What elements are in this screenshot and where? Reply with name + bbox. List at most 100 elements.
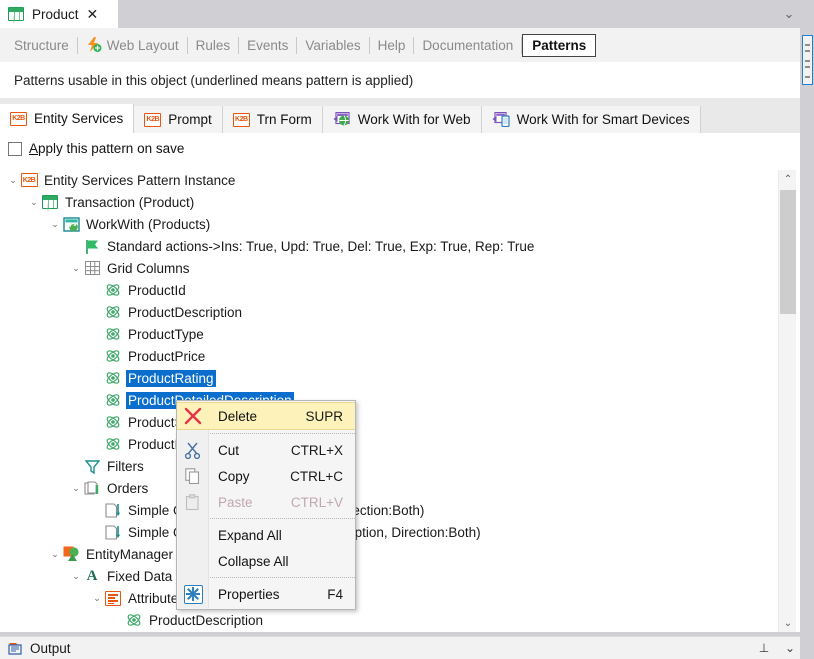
menu-item-shortcut: SUPR bbox=[305, 408, 343, 424]
tree-row[interactable]: ⌄ EntityManager (Product) bbox=[0, 543, 780, 565]
pattern-instance-tree[interactable]: ⌄ K2B Entity Services Pattern Instance ⌄ Tra… bbox=[0, 164, 800, 632]
k2b-icon: K2B bbox=[144, 112, 162, 127]
menu-item-cut[interactable]: Cut CTRL+X bbox=[177, 437, 355, 463]
tree-row[interactable]: ProductStock bbox=[0, 411, 780, 433]
scrollbar-thumb[interactable] bbox=[780, 190, 796, 314]
close-icon[interactable]: ✕ bbox=[87, 7, 99, 21]
tree-row[interactable]: ⌄ Transaction (Product) bbox=[0, 191, 780, 213]
tree-vertical-scrollbar[interactable]: ⌃ ⌄ bbox=[778, 170, 796, 632]
chevron-down-icon[interactable]: ⌄ bbox=[69, 257, 83, 279]
tree-row[interactable]: Simple Order (Attribute:ProductId, Direc… bbox=[0, 499, 780, 521]
attribute-icon bbox=[125, 611, 143, 629]
tab-help[interactable]: Help bbox=[370, 35, 414, 56]
tree-row-label: ProductDescription bbox=[128, 304, 243, 320]
pattern-tab-work-with-for-web[interactable]: Work With for Web bbox=[322, 106, 482, 133]
tree-context-menu[interactable]: Delete SUPR Cut CTRL+X Copy CTRL+C Paste CTRL+V… bbox=[176, 400, 356, 610]
output-panel-header[interactable]: Output ⊥ ⌄ bbox=[0, 636, 800, 659]
delete-icon bbox=[177, 403, 209, 429]
chevron-down-icon[interactable]: ⌄ bbox=[69, 477, 83, 499]
tab-label: Structure bbox=[14, 37, 69, 53]
tree-row[interactable]: ⌄ Grid Columns bbox=[0, 257, 780, 279]
menu-item-shortcut: F4 bbox=[327, 586, 343, 602]
menu-separator bbox=[210, 433, 355, 434]
tab-rules[interactable]: Rules bbox=[188, 35, 239, 56]
tab-label: Documentation bbox=[422, 37, 514, 53]
attribute-icon bbox=[104, 281, 122, 299]
object-tabbar: Structure Web Layout Rules Events Variables H… bbox=[0, 28, 800, 62]
work-with-web-icon bbox=[333, 112, 351, 127]
web-layout-icon bbox=[86, 37, 102, 53]
menu-item-copy[interactable]: Copy CTRL+C bbox=[177, 463, 355, 489]
tree-row[interactable]: ProductId bbox=[0, 279, 780, 301]
chevron-down-icon[interactable]: ⌄ bbox=[6, 169, 20, 191]
pattern-tab-work-with-for-smart-devices[interactable]: Work With for Smart Devices bbox=[481, 106, 701, 133]
chevron-down-icon[interactable]: ⌄ bbox=[27, 191, 41, 213]
chevron-down-icon[interactable]: ⌄ bbox=[69, 565, 83, 587]
tree-row[interactable]: ProductRating bbox=[0, 367, 780, 389]
tab-label: Events bbox=[247, 37, 289, 53]
tree-row[interactable]: ProductDescription bbox=[0, 609, 780, 631]
tab-structure[interactable]: Structure bbox=[6, 35, 77, 56]
tab-label: Help bbox=[377, 37, 406, 53]
pattern-tabs: K2B Entity Services K2B Prompt K2B Trn Form Wo… bbox=[0, 98, 800, 133]
tab-variables[interactable]: Variables bbox=[297, 35, 368, 56]
filter-icon bbox=[83, 457, 101, 475]
pattern-tab-prompt[interactable]: K2B Prompt bbox=[134, 106, 223, 133]
tree-twisty-empty bbox=[90, 521, 104, 543]
tree-twisty-empty bbox=[90, 345, 104, 367]
menu-item-collapse-all[interactable]: Collapse All bbox=[177, 548, 355, 574]
chevron-down-icon[interactable]: ⌄ bbox=[48, 543, 62, 565]
tree-row[interactable]: ProductType bbox=[0, 323, 780, 345]
pin-icon[interactable]: ⊥ bbox=[754, 639, 774, 657]
tree-row[interactable]: ⌄ Orders bbox=[0, 477, 780, 499]
scroll-up-icon[interactable]: ⌃ bbox=[779, 170, 797, 188]
menu-separator bbox=[210, 577, 355, 578]
tab-events[interactable]: Events bbox=[239, 35, 296, 56]
chevron-down-icon[interactable]: ⌄ bbox=[90, 587, 104, 609]
menu-item-label: Collapse All bbox=[218, 553, 289, 569]
tree-row[interactable]: ProductImage bbox=[0, 433, 780, 455]
tree-row[interactable]: ⌄ K2B Entity Services Pattern Instance bbox=[0, 169, 780, 191]
pattern-tab-trn-form[interactable]: K2B Trn Form bbox=[222, 106, 323, 133]
tree-row[interactable]: ProductPrice bbox=[0, 345, 780, 367]
menu-item-expand-all[interactable]: Expand All bbox=[177, 522, 355, 548]
attribute-icon bbox=[104, 391, 122, 409]
tree-row[interactable]: ⌄ A Fixed Data bbox=[0, 565, 780, 587]
scroll-down-icon[interactable]: ⌄ bbox=[779, 614, 797, 632]
simple-order-icon bbox=[104, 523, 122, 541]
tree-row[interactable]: ProductDescription bbox=[0, 301, 780, 323]
tab-documentation[interactable]: Documentation bbox=[414, 35, 521, 56]
chevron-down-icon[interactable]: ⌄ bbox=[778, 5, 800, 23]
menu-item-properties[interactable]: Properties F4 bbox=[177, 581, 355, 607]
tree-row-label: Standard actions->Ins: True, Upd: True, … bbox=[107, 238, 535, 254]
tab-label: Web Layout bbox=[106, 37, 179, 53]
tab-web-layout[interactable]: Web Layout bbox=[78, 34, 187, 56]
tree-twisty-empty bbox=[90, 279, 104, 301]
menu-item-no-icon bbox=[177, 548, 209, 574]
menu-item-paste: Paste CTRL+V bbox=[177, 489, 355, 515]
chevron-down-icon[interactable]: ⌄ bbox=[48, 213, 62, 235]
menu-item-shortcut: CTRL+C bbox=[290, 468, 343, 484]
menu-item-shortcut: CTRL+V bbox=[290, 494, 343, 510]
tree-row[interactable]: Simple Order (Attribute:ProductDescripti… bbox=[0, 521, 780, 543]
output-chevron-down-icon[interactable]: ⌄ bbox=[780, 639, 800, 657]
document-tab-product[interactable]: Product ✕ bbox=[0, 0, 118, 28]
apply-pattern-checkbox[interactable] bbox=[8, 141, 22, 156]
tree-row[interactable]: Filters bbox=[0, 455, 780, 477]
tab-patterns[interactable]: Patterns bbox=[522, 33, 597, 57]
tree-twisty-empty bbox=[69, 235, 83, 257]
tree-row[interactable]: ProductDetailedDescription bbox=[0, 389, 780, 411]
workwith-icon bbox=[62, 215, 80, 233]
pattern-tab-entity-services[interactable]: K2B Entity Services bbox=[0, 104, 135, 133]
tree-row[interactable]: ⌄ WorkWith (Products) bbox=[0, 213, 780, 235]
attribute-icon bbox=[104, 347, 122, 365]
tree-twisty-empty bbox=[90, 323, 104, 345]
fixed-data-glyph: A bbox=[86, 567, 98, 584]
k2b-icon: K2B bbox=[20, 171, 38, 189]
tree-row[interactable]: ⌄ Attributes bbox=[0, 587, 780, 609]
docked-panel-tab[interactable] bbox=[802, 35, 813, 85]
orders-icon bbox=[83, 479, 101, 497]
menu-item-delete[interactable]: Delete SUPR bbox=[177, 402, 355, 430]
tree-row[interactable]: Standard actions->Ins: True, Upd: True, … bbox=[0, 235, 780, 257]
tree-twisty-empty bbox=[111, 609, 125, 631]
